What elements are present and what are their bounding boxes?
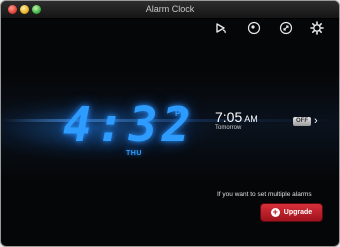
upgrade-button[interactable]: + Upgrade (261, 204, 322, 221)
gear-icon[interactable] (309, 20, 325, 36)
app-window: Alarm Clock 4:32 PM THU 7:05 AM Tomorrow… (1, 1, 339, 246)
fullscreen-icon[interactable] (278, 20, 294, 36)
multiple-alarms-hint: If you want to set multiple alarms (217, 191, 312, 198)
alarm-toggle[interactable]: OFF (293, 117, 311, 126)
title-bar: Alarm Clock (1, 1, 339, 19)
plus-icon: + (270, 207, 280, 217)
window-title: Alarm Clock (145, 4, 195, 14)
alarm-when: Tomorrow (215, 125, 242, 131)
alarm-time[interactable]: 7:05 AM (215, 109, 258, 125)
alarm-meridiem: AM (244, 114, 258, 124)
moon-icon[interactable] (246, 20, 262, 36)
bell-icon[interactable] (213, 20, 229, 36)
upgrade-label: Upgrade (283, 209, 313, 216)
alarm-time-value: 7:05 (215, 109, 243, 125)
chevron-right-icon[interactable]: › (314, 114, 318, 128)
clock-meridiem: PM (175, 109, 187, 118)
clock-day: THU (126, 150, 142, 157)
